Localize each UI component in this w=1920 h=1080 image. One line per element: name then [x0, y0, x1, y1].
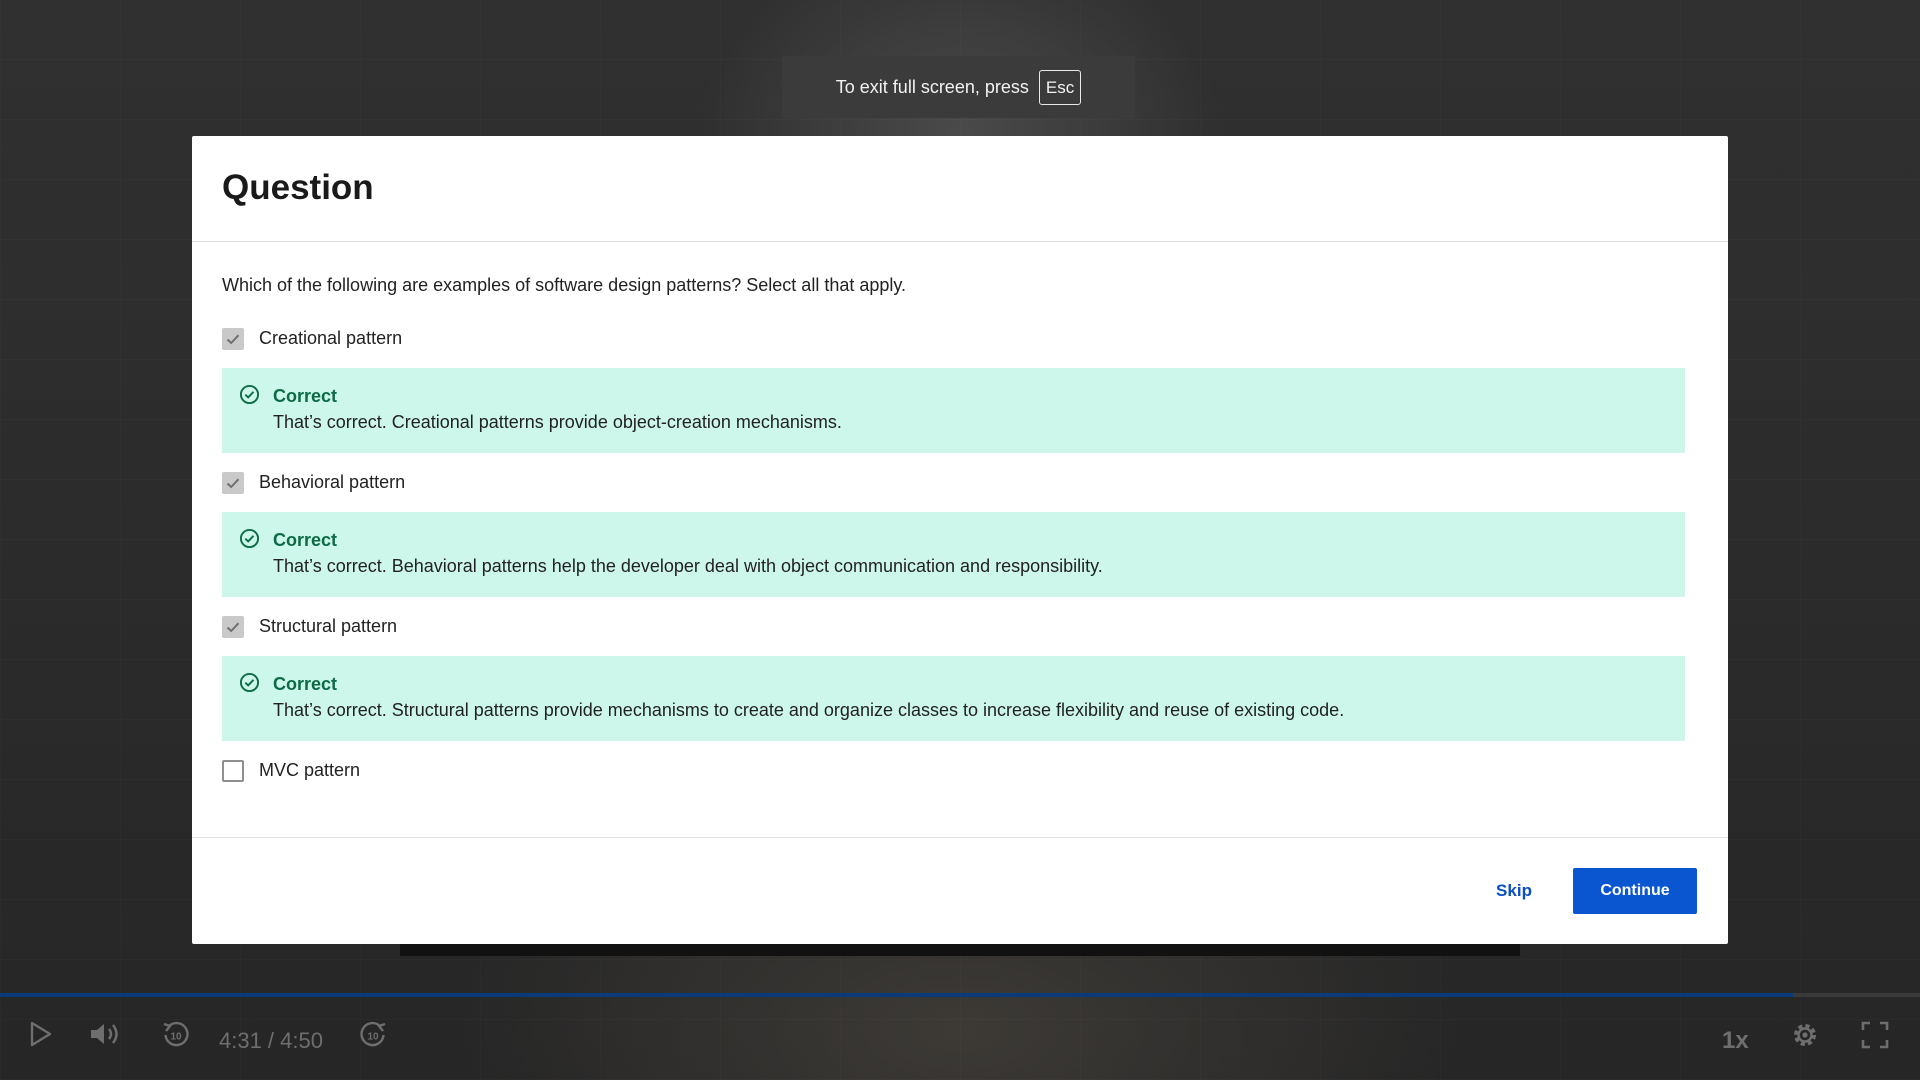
feedback-behavioral: Correct That’s correct. Behavioral patte… — [222, 511, 1685, 597]
modal-header: Question — [192, 136, 1728, 242]
feedback-message: That’s correct. Structural patterns prov… — [273, 699, 1345, 720]
option-label: Creational pattern — [259, 328, 403, 348]
play-icon[interactable] — [28, 1020, 54, 1048]
option-label: Structural pattern — [259, 616, 398, 636]
checkbox-behavioral[interactable] — [222, 471, 244, 494]
check-circle-icon — [239, 384, 260, 404]
feedback-message: That’s correct. Behavioral patterns help… — [273, 555, 1103, 576]
fullscreen-notice: To exit full screen, press Esc — [782, 56, 1135, 118]
rewind-10-icon[interactable]: 10 — [161, 1020, 191, 1050]
video-progress-fill — [0, 993, 1794, 997]
question-text: Which of the following are examples of s… — [222, 275, 907, 295]
time-display: 4:31 / 4:50 — [219, 1028, 323, 1053]
feedback-creational: Correct That’s correct. Creational patte… — [222, 367, 1685, 453]
modal-footer: Skip Continue — [192, 837, 1728, 944]
option-structural[interactable]: Structural pattern — [222, 615, 1698, 639]
fullscreen-exit-icon[interactable] — [1860, 1020, 1890, 1050]
feedback-structural: Correct That’s correct. Structural patte… — [222, 655, 1685, 741]
option-label: MVC pattern — [259, 760, 361, 780]
checkbox-structural[interactable] — [222, 615, 244, 638]
check-circle-icon — [239, 672, 260, 692]
player-controls: 10 4:31 / 4:50 10 1x — [0, 1000, 1920, 1080]
volume-icon[interactable] — [88, 1020, 122, 1048]
svg-text:10: 10 — [170, 1032, 182, 1043]
modal-title: Question — [222, 168, 374, 207]
forward-10-icon[interactable]: 10 — [358, 1020, 388, 1050]
option-creational[interactable]: Creational pattern — [222, 327, 1698, 351]
skip-button[interactable]: Skip — [1474, 868, 1554, 914]
option-mvc[interactable]: MVC pattern — [222, 759, 1698, 783]
feedback-title: Correct — [273, 385, 338, 406]
fullscreen-notice-text: To exit full screen, press — [835, 76, 1029, 97]
option-behavioral[interactable]: Behavioral pattern — [222, 471, 1698, 495]
checkbox-creational[interactable] — [222, 327, 244, 350]
video-progress-bar[interactable] — [0, 993, 1920, 997]
modal-body: Which of the following are examples of s… — [192, 242, 1728, 783]
feedback-message: That’s correct. Creational patterns prov… — [273, 411, 842, 432]
feedback-title: Correct — [273, 673, 338, 694]
checkbox-mvc[interactable] — [222, 759, 244, 782]
esc-key-badge: Esc — [1038, 69, 1082, 105]
checkmark-icon — [226, 478, 240, 488]
svg-text:10: 10 — [367, 1032, 379, 1043]
feedback-title: Correct — [273, 529, 338, 550]
question-modal: Question Which of the following are exam… — [192, 136, 1728, 944]
checkmark-icon — [226, 334, 240, 344]
checkmark-icon — [226, 622, 240, 632]
option-label: Behavioral pattern — [259, 472, 406, 492]
playback-speed[interactable]: 1x — [1722, 1027, 1749, 1055]
check-circle-icon — [239, 528, 260, 548]
gear-icon[interactable] — [1790, 1020, 1820, 1050]
continue-button[interactable]: Continue — [1573, 868, 1697, 914]
